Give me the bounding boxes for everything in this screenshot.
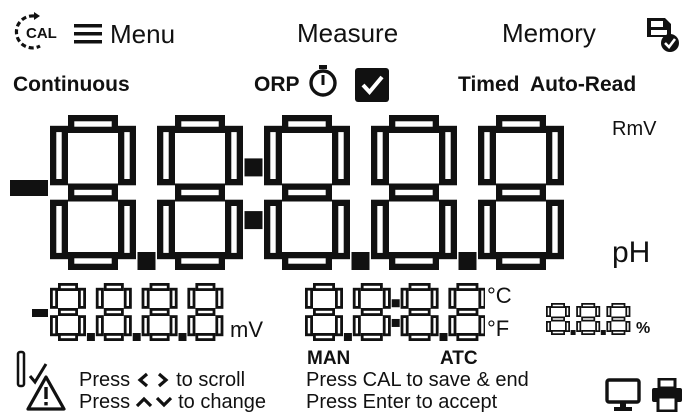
change-hint-rest: to change — [178, 391, 266, 413]
mv-decimal-point — [178, 333, 187, 341]
scroll-hint: Press to scroll — [79, 369, 245, 391]
menu-button[interactable]: Menu — [74, 18, 175, 50]
main-digit — [264, 115, 350, 270]
pct-svg — [546, 303, 631, 335]
change-hint-press: Press — [79, 391, 131, 413]
main-svg — [50, 115, 564, 270]
mv-digits-display — [50, 283, 226, 343]
pct-digit — [576, 303, 601, 335]
main-digit — [478, 115, 564, 270]
temp-digit — [305, 283, 343, 341]
atc-label: ATC — [440, 348, 478, 369]
temp-svg — [305, 283, 487, 341]
scroll-hint-rest: to scroll — [176, 369, 246, 391]
temp-digits-display — [305, 283, 487, 343]
warning-icon — [26, 375, 66, 411]
temp-decimal-point — [343, 333, 352, 341]
menu-icon — [74, 24, 102, 44]
pct-digit — [546, 303, 570, 335]
accept-hint: Press Enter to accept — [306, 391, 498, 413]
printer-button[interactable] — [650, 377, 684, 413]
pct-digits-display — [546, 303, 638, 337]
main-decimal-point — [137, 252, 156, 270]
main-sign-segment — [10, 180, 48, 196]
parameter-label: ORP — [254, 73, 300, 96]
unit-fahrenheit: °F — [487, 316, 510, 341]
unit-rmv: RmV — [612, 118, 657, 140]
computer-button[interactable] — [605, 378, 641, 412]
mv-digit — [141, 283, 178, 341]
memory-save-icon — [647, 18, 679, 52]
temp-digit — [448, 283, 487, 341]
mv-unit: mV — [230, 317, 263, 342]
mv-svg — [50, 283, 224, 341]
mv-digit — [95, 283, 132, 341]
main-decimal-point — [351, 252, 370, 270]
pct-decimal-point — [570, 330, 576, 335]
printer-icon — [652, 377, 682, 413]
temp-decimal-point — [439, 333, 448, 341]
pct-decimal-point — [600, 330, 606, 335]
main-colon-top — [244, 158, 263, 177]
mode-label: Continuous — [13, 73, 130, 96]
main-digit — [50, 115, 136, 270]
timed-checkbox[interactable] — [355, 68, 389, 102]
temp-digit — [352, 283, 391, 341]
temp-colon-bottom — [391, 318, 400, 327]
timer-icon — [309, 65, 337, 97]
cal-icon: CAL — [14, 12, 57, 50]
menu-label: Menu — [110, 18, 176, 49]
change-hint: Press to change — [79, 391, 266, 413]
pct-unit: % — [636, 320, 651, 337]
main-digit — [157, 115, 243, 270]
scroll-hint-press: Press — [79, 369, 131, 391]
mv-decimal-point — [132, 333, 141, 341]
unit-ph: pH — [612, 236, 651, 269]
memory-save-button[interactable] — [644, 15, 680, 55]
mv-digit — [50, 283, 86, 341]
main-digits-display — [50, 115, 610, 280]
pct-digit — [606, 303, 631, 335]
temp-colon-top — [391, 299, 400, 308]
mv-sign-segment — [32, 309, 48, 317]
unit-celsius: °C — [487, 283, 512, 308]
left-right-arrows-icon — [137, 372, 169, 388]
mv-decimal-point — [86, 333, 95, 341]
cal-icon-label: CAL — [26, 25, 57, 42]
main-digit — [371, 115, 457, 270]
timed-label: Timed — [458, 73, 520, 96]
main-decimal-point — [458, 252, 477, 270]
memory-tab[interactable]: Memory — [502, 18, 596, 49]
measure-tab[interactable]: Measure — [297, 18, 398, 49]
cal-button[interactable]: CAL — [12, 10, 62, 52]
man-label: MAN — [307, 348, 351, 369]
temp-digit — [400, 283, 439, 341]
auto-read-label: Auto-Read — [530, 73, 637, 96]
up-down-arrows-icon — [135, 396, 173, 408]
mv-digit — [187, 283, 224, 341]
main-colon-bottom — [244, 211, 263, 230]
computer-icon — [605, 378, 641, 411]
checkbox-icon — [355, 68, 389, 102]
save-hint: Press CAL to save & end — [306, 369, 529, 391]
